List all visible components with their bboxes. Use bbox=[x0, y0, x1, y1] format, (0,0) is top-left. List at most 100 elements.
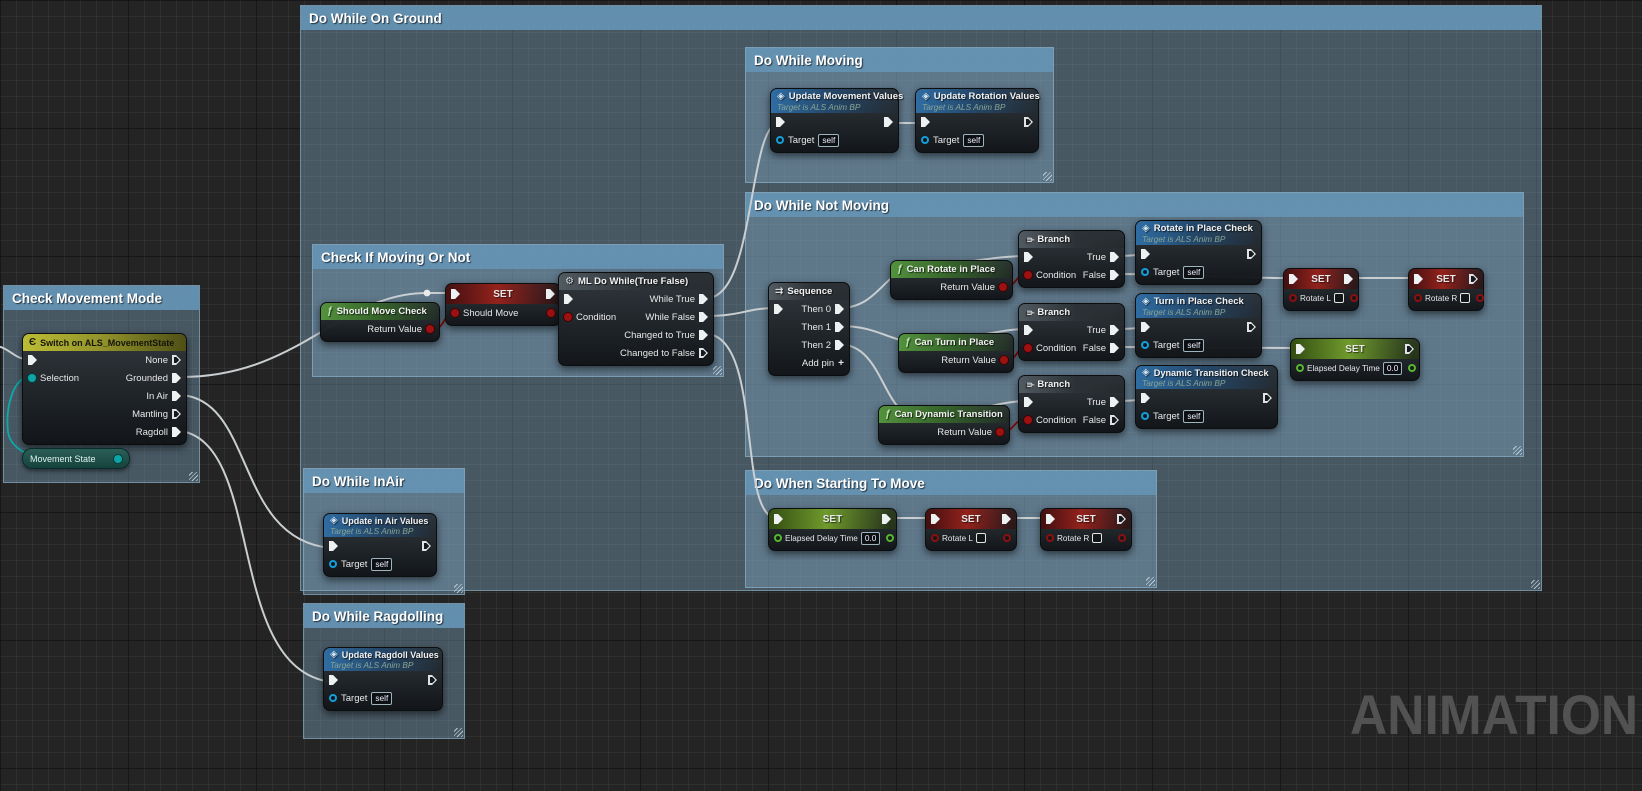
comment-header[interactable]: Do While Not Moving bbox=[746, 193, 1523, 217]
exec-in-pin[interactable] bbox=[451, 289, 460, 299]
condition-pin[interactable] bbox=[1024, 344, 1032, 352]
should-move-pin[interactable] bbox=[451, 309, 459, 317]
rotate-r-out-pin[interactable] bbox=[1476, 294, 1484, 302]
comment-header[interactable]: Do While Moving bbox=[746, 48, 1053, 72]
elapsed-delay-value[interactable]: 0.0 bbox=[1383, 362, 1403, 375]
update-rotation-values-node[interactable]: ◈Update Rotation Values Target is ALS An… bbox=[915, 88, 1039, 153]
return-value-pin[interactable] bbox=[426, 325, 434, 333]
return-value-pin[interactable] bbox=[996, 428, 1004, 436]
comment-resize-handle[interactable] bbox=[1531, 580, 1540, 589]
rotate-r-pin[interactable] bbox=[1414, 294, 1422, 302]
set-elapsed-delay-node-top[interactable]: SET Elapsed Delay Time0.0 bbox=[1290, 338, 1420, 381]
then2-pin[interactable] bbox=[835, 340, 844, 350]
exec-in-pin[interactable] bbox=[1046, 514, 1055, 524]
exec-in-pin[interactable] bbox=[774, 304, 783, 314]
rotate-l-out-pin[interactable] bbox=[1003, 534, 1011, 542]
can-turn-in-place-node[interactable]: ƒ Can Turn in Place Return Value bbox=[898, 333, 1014, 373]
graph-canvas[interactable]: ANIMATION Do While On Ground Do While Mo… bbox=[0, 0, 1642, 791]
should-move-check-node[interactable]: ƒ Should Move Check Return Value bbox=[320, 302, 440, 342]
target-pin[interactable] bbox=[329, 560, 337, 568]
exec-out-pin[interactable] bbox=[428, 675, 437, 685]
exec-out-pin[interactable] bbox=[1469, 274, 1478, 284]
exec-grounded-pin[interactable] bbox=[172, 373, 181, 383]
exec-out-pin[interactable] bbox=[546, 289, 555, 299]
rotate-r-pin[interactable] bbox=[1046, 534, 1054, 542]
comment-header[interactable]: Do When Starting To Move bbox=[746, 471, 1156, 495]
comment-resize-handle[interactable] bbox=[1146, 577, 1155, 586]
exec-in-pin[interactable] bbox=[921, 117, 930, 127]
self-value[interactable]: self bbox=[371, 558, 392, 571]
set-rotate-l-node-bottom[interactable]: SET Rotate L bbox=[925, 508, 1017, 551]
self-value[interactable]: self bbox=[371, 692, 392, 705]
exec-in-pin[interactable] bbox=[1141, 249, 1150, 259]
exec-in-pin[interactable] bbox=[329, 675, 338, 685]
branch-node-3[interactable]: ⋔ Branch True Condition False bbox=[1018, 375, 1125, 433]
changed-to-false-pin[interactable] bbox=[699, 348, 708, 358]
exec-in-pin[interactable] bbox=[1296, 344, 1305, 354]
update-in-air-values-node[interactable]: ◈Update in Air Values Target is ALS Anim… bbox=[323, 513, 437, 577]
set-rotate-l-node-top[interactable]: SET Rotate L bbox=[1283, 268, 1359, 311]
rotate-l-pin[interactable] bbox=[931, 534, 939, 542]
while-true-pin[interactable] bbox=[699, 294, 708, 304]
exec-in-pin[interactable] bbox=[1141, 393, 1150, 403]
then0-pin[interactable] bbox=[835, 304, 844, 314]
comment-resize-handle[interactable] bbox=[1043, 172, 1052, 181]
self-value[interactable]: self bbox=[1183, 266, 1204, 279]
should-move-out-pin[interactable] bbox=[547, 309, 555, 317]
exec-out-pin[interactable] bbox=[1247, 249, 1256, 259]
condition-pin[interactable] bbox=[1024, 416, 1032, 424]
elapsed-delay-pin[interactable] bbox=[1296, 364, 1304, 372]
set-should-move-node[interactable]: SET Should Move bbox=[445, 283, 561, 326]
update-movement-values-node[interactable]: ◈Update Movement Values Target is ALS An… bbox=[770, 88, 899, 153]
self-value[interactable]: self bbox=[818, 134, 839, 147]
comment-resize-handle[interactable] bbox=[189, 472, 198, 481]
return-value-pin[interactable] bbox=[1000, 356, 1008, 364]
movement-state-variable[interactable]: Movement State bbox=[22, 448, 130, 469]
self-value[interactable]: self bbox=[1183, 410, 1204, 423]
comment-resize-handle[interactable] bbox=[454, 728, 463, 737]
self-value[interactable]: self bbox=[1183, 339, 1204, 352]
elapsed-delay-pin[interactable] bbox=[774, 534, 782, 542]
false-pin[interactable] bbox=[1110, 270, 1119, 280]
exec-out-pin[interactable] bbox=[882, 514, 891, 524]
true-pin[interactable] bbox=[1110, 325, 1119, 335]
exec-in-pin[interactable] bbox=[329, 541, 338, 551]
exec-in-pin[interactable] bbox=[776, 117, 785, 127]
target-pin[interactable] bbox=[1141, 412, 1149, 420]
movement-state-out-pin[interactable] bbox=[114, 455, 122, 463]
update-ragdoll-values-node[interactable]: ◈Update Ragdoll Values Target is ALS Ani… bbox=[323, 647, 443, 711]
rotate-r-out-pin[interactable] bbox=[1118, 534, 1126, 542]
exec-in-pin[interactable] bbox=[28, 355, 37, 365]
changed-to-true-pin[interactable] bbox=[699, 330, 708, 340]
target-pin[interactable] bbox=[776, 136, 784, 144]
comment-resize-handle[interactable] bbox=[454, 584, 463, 593]
exec-in-pin[interactable] bbox=[564, 294, 573, 304]
exec-out-pin[interactable] bbox=[422, 541, 431, 551]
branch-node-1[interactable]: ⋔ Branch True Condition False bbox=[1018, 230, 1125, 288]
exec-none-pin[interactable] bbox=[172, 355, 181, 365]
rotate-r-checkbox[interactable] bbox=[1460, 293, 1470, 303]
true-pin[interactable] bbox=[1110, 252, 1119, 262]
target-pin[interactable] bbox=[1141, 341, 1149, 349]
while-false-pin[interactable] bbox=[699, 312, 708, 322]
exec-in-pin[interactable] bbox=[774, 514, 783, 524]
false-pin[interactable] bbox=[1110, 415, 1119, 425]
exec-out-pin[interactable] bbox=[1263, 393, 1272, 403]
condition-pin[interactable] bbox=[1024, 271, 1032, 279]
exec-in-pin[interactable] bbox=[1024, 325, 1033, 335]
exec-out-pin[interactable] bbox=[1117, 514, 1126, 524]
exec-out-pin[interactable] bbox=[884, 117, 893, 127]
true-pin[interactable] bbox=[1110, 397, 1119, 407]
exec-out-pin[interactable] bbox=[1405, 344, 1414, 354]
rotate-r-checkbox[interactable] bbox=[1092, 533, 1102, 543]
rotate-in-place-check-node[interactable]: ◈Rotate in Place Check Target is ALS Ani… bbox=[1135, 220, 1262, 285]
target-pin[interactable] bbox=[329, 694, 337, 702]
exec-in-pin[interactable] bbox=[1289, 274, 1298, 284]
rotate-l-checkbox[interactable] bbox=[976, 533, 986, 543]
comment-header[interactable]: Do While Ragdolling bbox=[304, 604, 464, 628]
rotate-l-checkbox[interactable] bbox=[1334, 293, 1344, 303]
set-rotate-r-node-top[interactable]: SET Rotate R bbox=[1408, 268, 1484, 311]
elapsed-delay-out-pin[interactable] bbox=[886, 534, 894, 542]
can-dynamic-transition-node[interactable]: ƒ Can Dynamic Transition Return Value bbox=[878, 405, 1010, 445]
exec-in-pin[interactable] bbox=[1024, 252, 1033, 262]
